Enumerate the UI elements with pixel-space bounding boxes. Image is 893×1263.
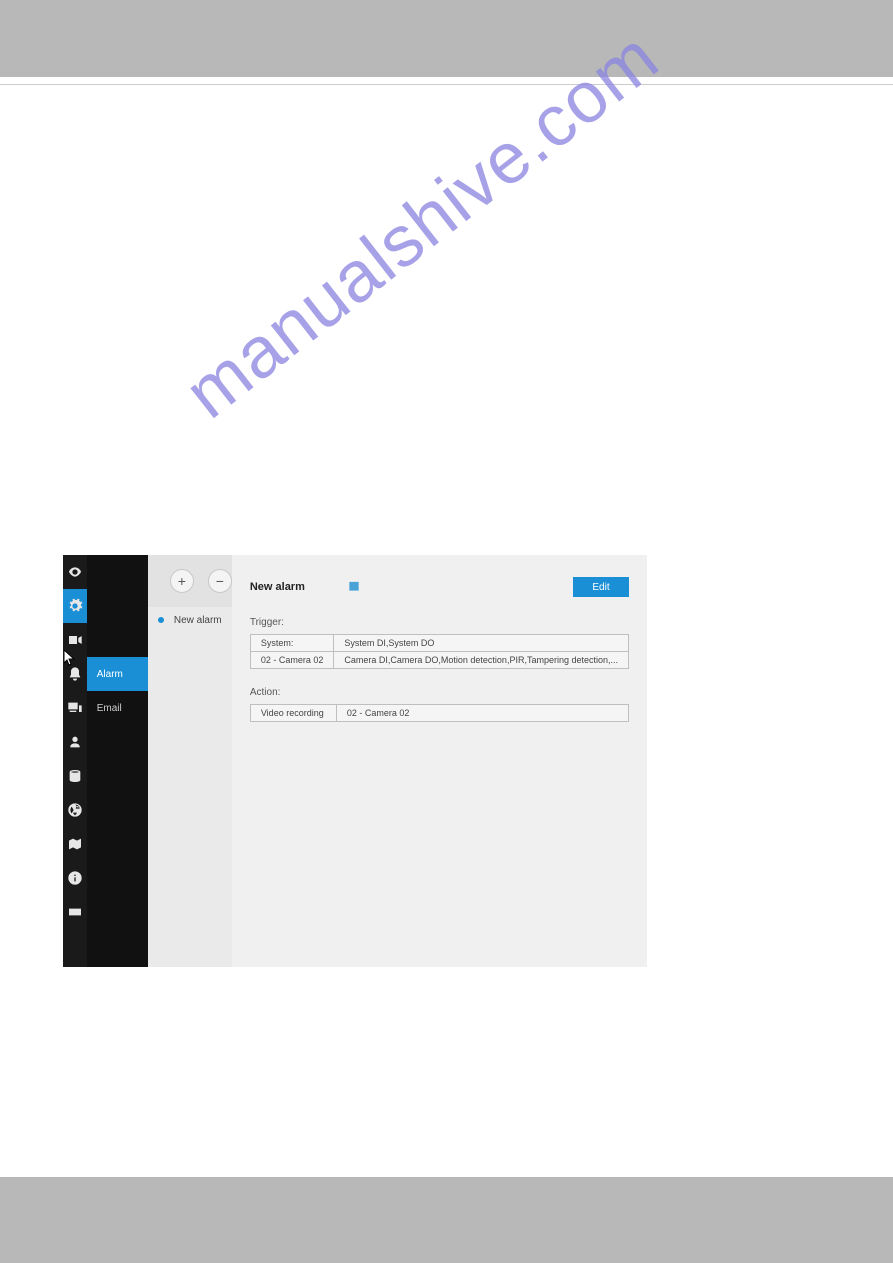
- list-toolbar: + −: [148, 555, 232, 607]
- page-top-divider: [0, 84, 893, 85]
- trigger-table: System: System DI,System DO 02 - Camera …: [250, 634, 629, 669]
- rail-storage-icon[interactable]: [63, 759, 87, 793]
- action-key: Video recording: [250, 705, 336, 722]
- alarm-list: New alarm: [148, 607, 232, 967]
- minus-icon: −: [216, 573, 224, 589]
- watermark-text: manualshive.com: [170, 16, 674, 435]
- subnav-item-label: Email: [97, 703, 122, 714]
- detail-panel: New alarm Edit Trigger: System: System D…: [232, 555, 647, 967]
- page-top-banner: [0, 0, 893, 77]
- table-row: Video recording 02 - Camera 02: [250, 705, 628, 722]
- rail-system-icon[interactable]: [63, 827, 87, 861]
- trigger-label: Trigger:: [250, 617, 629, 628]
- active-dot-icon: [158, 617, 164, 623]
- action-table: Video recording 02 - Camera 02: [250, 704, 629, 722]
- rail-info-icon[interactable]: [63, 861, 87, 895]
- list-item[interactable]: New alarm: [148, 607, 232, 633]
- subnav-item-label: Alarm: [97, 669, 123, 680]
- table-row: System: System DI,System DO: [250, 635, 628, 652]
- trigger-key: System:: [250, 635, 334, 652]
- rail-keyboard-icon[interactable]: [63, 895, 87, 929]
- subnav-item-email[interactable]: Email: [87, 691, 148, 725]
- rail-live-icon[interactable]: [63, 555, 87, 589]
- trigger-value: System DI,System DO: [334, 635, 629, 652]
- detail-header: New alarm Edit: [250, 577, 629, 597]
- list-item-label: New alarm: [174, 615, 222, 626]
- remove-button[interactable]: −: [208, 569, 232, 593]
- detail-title: New alarm: [250, 581, 305, 593]
- trigger-key: 02 - Camera 02: [250, 652, 334, 669]
- rail-alarm-icon[interactable]: [63, 657, 87, 691]
- add-button[interactable]: +: [170, 569, 194, 593]
- rail-settings-icon[interactable]: [63, 589, 87, 623]
- rail-camera-icon[interactable]: [63, 623, 87, 657]
- action-value: 02 - Camera 02: [336, 705, 628, 722]
- rail-display-icon[interactable]: [63, 691, 87, 725]
- edit-button-label: Edit: [592, 582, 609, 593]
- rail-user-icon[interactable]: [63, 725, 87, 759]
- page-bottom-banner: [0, 1177, 893, 1263]
- rail-network-icon[interactable]: [63, 793, 87, 827]
- action-label: Action:: [250, 687, 629, 698]
- table-row: 02 - Camera 02 Camera DI,Camera DO,Motio…: [250, 652, 628, 669]
- schedule-icon[interactable]: [347, 579, 361, 596]
- alarm-list-column: + − New alarm: [148, 555, 232, 967]
- trigger-value: Camera DI,Camera DO,Motion detection,PIR…: [334, 652, 629, 669]
- plus-icon: +: [178, 573, 186, 589]
- subnav-item-alarm[interactable]: Alarm: [87, 657, 148, 691]
- subnav: Alarm Email: [87, 555, 148, 967]
- edit-button[interactable]: Edit: [573, 577, 629, 597]
- app-window: Alarm Email + − New alarm New alarm: [63, 555, 647, 967]
- icon-rail: [63, 555, 87, 967]
